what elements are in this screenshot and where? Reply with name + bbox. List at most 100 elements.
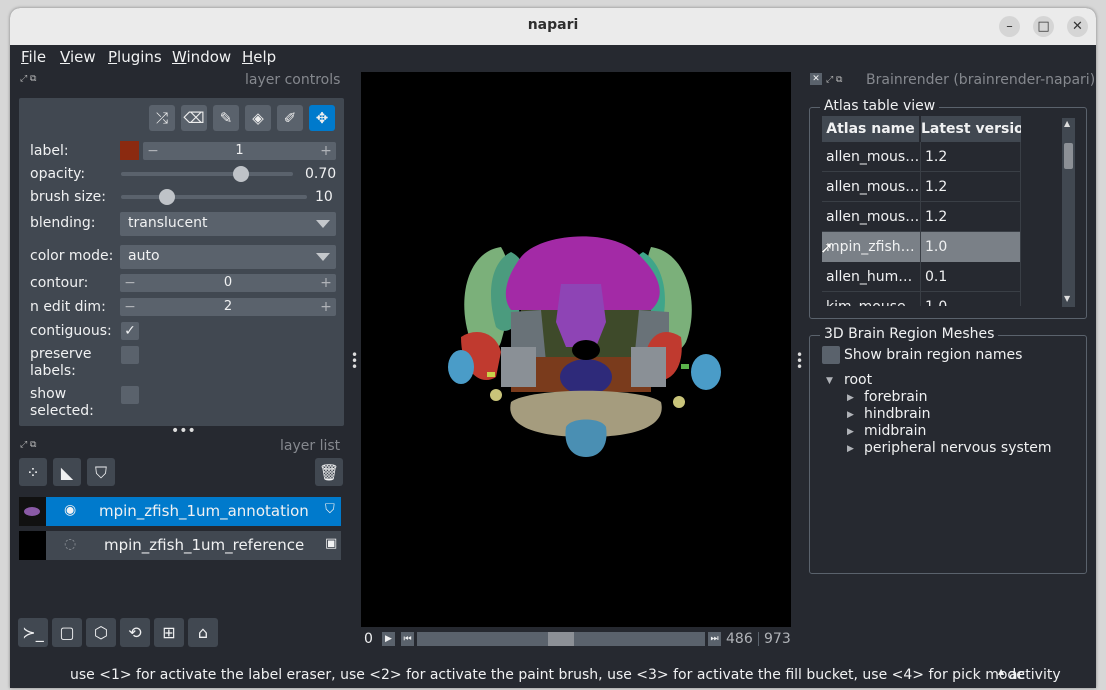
home-icon[interactable]: ⌂ bbox=[188, 618, 218, 647]
label-increment-icon[interactable]: + bbox=[316, 142, 336, 160]
step-forward-icon[interactable]: ⏭ bbox=[708, 632, 721, 646]
close-dock-icon[interactable]: ✕ bbox=[810, 73, 822, 85]
dims-slider[interactable] bbox=[417, 632, 705, 646]
eraser-icon[interactable]: ⌫ bbox=[181, 105, 207, 131]
close-button[interactable]: ✕ bbox=[1067, 16, 1088, 37]
contour-decrement-icon[interactable]: − bbox=[120, 274, 140, 292]
label-decrement-icon[interactable]: − bbox=[143, 142, 163, 160]
scrollbar-handle[interactable] bbox=[1064, 143, 1073, 169]
delete-layer-icon[interactable]: 🗑 bbox=[315, 458, 343, 486]
n-edit-dim-spinbox[interactable]: − 2 + bbox=[120, 298, 336, 316]
color-mode-select[interactable]: auto bbox=[120, 245, 336, 269]
tree-collapse-icon[interactable]: ▶ bbox=[847, 393, 854, 403]
eye-hidden-icon[interactable]: ◌ bbox=[64, 536, 76, 552]
table-header-latest-version[interactable]: Latest version bbox=[921, 116, 1021, 142]
fill-bucket-icon[interactable]: ◈ bbox=[245, 105, 271, 131]
table-cell-version[interactable]: 1.2 bbox=[921, 142, 1021, 172]
color-mode-value: auto bbox=[128, 248, 160, 264]
activity-button[interactable]: activity bbox=[1009, 667, 1061, 683]
right-splitter-handle[interactable]: • • • bbox=[796, 349, 803, 373]
menu-file[interactable]: File bbox=[21, 48, 46, 66]
tree-collapse-icon[interactable]: ▶ bbox=[847, 427, 854, 437]
activity-caret-icon[interactable]: ▲ bbox=[998, 667, 1004, 676]
new-points-layer-icon[interactable]: ⁘ bbox=[19, 458, 47, 486]
layer-list-title: layer list bbox=[280, 438, 341, 454]
pan-zoom-icon[interactable]: ✥ bbox=[309, 105, 335, 131]
table-cell-name[interactable]: kim_mouse_10um bbox=[822, 292, 920, 306]
console-icon[interactable]: ≻_ bbox=[18, 618, 48, 647]
toggle-ndisplay-icon[interactable]: ▢ bbox=[52, 618, 82, 647]
layer-list-float-icon[interactable]: ⤢ ⧉ bbox=[20, 440, 37, 450]
transpose-icon[interactable]: ⟲ bbox=[120, 618, 150, 647]
tree-expand-icon[interactable]: ▼ bbox=[826, 376, 833, 386]
maximize-button[interactable]: □ bbox=[1033, 16, 1054, 37]
tree-item-root[interactable]: root bbox=[844, 372, 872, 388]
tree-collapse-icon[interactable]: ▶ bbox=[847, 444, 854, 454]
scroll-up-icon[interactable]: ▲ bbox=[1064, 119, 1070, 128]
tree-item-midbrain[interactable]: midbrain bbox=[864, 423, 926, 439]
table-cell-version[interactable]: 0.1 bbox=[921, 262, 1021, 292]
tree-item-pns[interactable]: peripheral nervous system bbox=[864, 440, 1052, 456]
scroll-down-icon[interactable]: ▼ bbox=[1064, 294, 1070, 303]
splitter-handle[interactable]: ••• bbox=[171, 423, 196, 439]
left-splitter-handle[interactable]: • • • bbox=[351, 349, 358, 373]
menu-window[interactable]: Window bbox=[172, 48, 231, 66]
table-cell-version-selected[interactable]: 1.0 bbox=[921, 232, 1021, 262]
layer-row-reference[interactable]: ◌ mpin_zfish_1um_reference ▣ bbox=[19, 531, 341, 560]
new-shapes-layer-icon[interactable]: ◣ bbox=[53, 458, 81, 486]
table-cell-version[interactable]: 1.2 bbox=[921, 172, 1021, 202]
ndim-decrement-icon[interactable]: − bbox=[120, 298, 140, 316]
shuffle-colors-icon[interactable]: ⤮ bbox=[149, 105, 175, 131]
napari-window: napari – □ ✕ File View Plugins Window He… bbox=[10, 8, 1096, 688]
eye-icon[interactable]: ◉ bbox=[64, 502, 76, 518]
minimize-button[interactable]: – bbox=[999, 16, 1020, 37]
show-region-names-label: Show brain region names bbox=[844, 347, 1023, 363]
table-cell-version[interactable]: 1.2 bbox=[921, 202, 1021, 232]
paint-brush-icon[interactable]: ✎ bbox=[213, 105, 239, 131]
dims-slice-value[interactable]: 486 bbox=[726, 631, 753, 647]
step-back-icon[interactable]: ⏮ bbox=[401, 632, 414, 646]
menu-plugins[interactable]: Plugins bbox=[108, 48, 162, 66]
brush-size-slider[interactable] bbox=[121, 195, 307, 199]
brush-size-slider-handle[interactable] bbox=[159, 189, 175, 205]
dock-float-icon[interactable]: ⤢ ⧉ bbox=[20, 74, 37, 84]
table-cell-name[interactable]: allen_mouse_10um bbox=[822, 142, 920, 172]
table-cell-name-selected[interactable]: mpin_zfish_1um bbox=[822, 232, 920, 262]
layer-name[interactable]: mpin_zfish_1um_annotation bbox=[99, 502, 309, 520]
atlas-table[interactable]: Atlas name Latest version allen_mouse_10… bbox=[822, 116, 1021, 306]
preserve-labels-checkbox[interactable] bbox=[121, 346, 139, 364]
blending-select[interactable]: translucent bbox=[120, 212, 336, 236]
dock-float-icon[interactable]: ⤢ ⧉ bbox=[826, 75, 843, 85]
dims-slider-handle[interactable] bbox=[548, 632, 574, 646]
roll-dims-icon[interactable]: ⬡ bbox=[86, 618, 116, 647]
contour-increment-icon[interactable]: + bbox=[316, 274, 336, 292]
menu-help[interactable]: Help bbox=[242, 48, 276, 66]
table-header-atlas-name[interactable]: Atlas name bbox=[822, 116, 920, 142]
label-spinbox[interactable]: − 1 + bbox=[143, 142, 336, 160]
viewer-canvas[interactable] bbox=[361, 72, 791, 627]
layer-row-annotation[interactable]: ◉ mpin_zfish_1um_annotation ⛉ bbox=[19, 497, 341, 526]
atlas-table-scrollbar[interactable]: ▲ ▼ bbox=[1062, 118, 1075, 307]
show-region-names-checkbox[interactable] bbox=[822, 346, 840, 364]
table-cell-name[interactable]: allen_mouse_50um bbox=[822, 202, 920, 232]
tree-item-hindbrain[interactable]: hindbrain bbox=[864, 406, 931, 422]
table-cell-version[interactable]: 1.0 bbox=[921, 292, 1021, 306]
table-cell-name[interactable]: allen_human_500um bbox=[822, 262, 920, 292]
window-title: napari bbox=[527, 17, 579, 33]
contour-spinbox[interactable]: − 0 + bbox=[120, 274, 336, 292]
show-selected-checkbox[interactable] bbox=[121, 386, 139, 404]
play-icon[interactable]: ▶ bbox=[382, 632, 395, 646]
color-picker-icon[interactable]: ✐ bbox=[277, 105, 303, 131]
menu-view[interactable]: View bbox=[60, 48, 96, 66]
table-cell-name[interactable]: allen_mouse_25um bbox=[822, 172, 920, 202]
new-labels-layer-icon[interactable]: ⛉ bbox=[87, 458, 115, 486]
label-color-swatch[interactable] bbox=[120, 141, 139, 160]
chevron-down-icon bbox=[316, 253, 330, 261]
tree-collapse-icon[interactable]: ▶ bbox=[847, 410, 854, 420]
tree-item-forebrain[interactable]: forebrain bbox=[864, 389, 928, 405]
layer-name[interactable]: mpin_zfish_1um_reference bbox=[104, 536, 304, 554]
grid-icon[interactable]: ⊞ bbox=[154, 618, 184, 647]
ndim-increment-icon[interactable]: + bbox=[316, 298, 336, 316]
opacity-slider[interactable] bbox=[121, 172, 293, 176]
contiguous-checkbox[interactable]: ✓ bbox=[121, 322, 139, 340]
